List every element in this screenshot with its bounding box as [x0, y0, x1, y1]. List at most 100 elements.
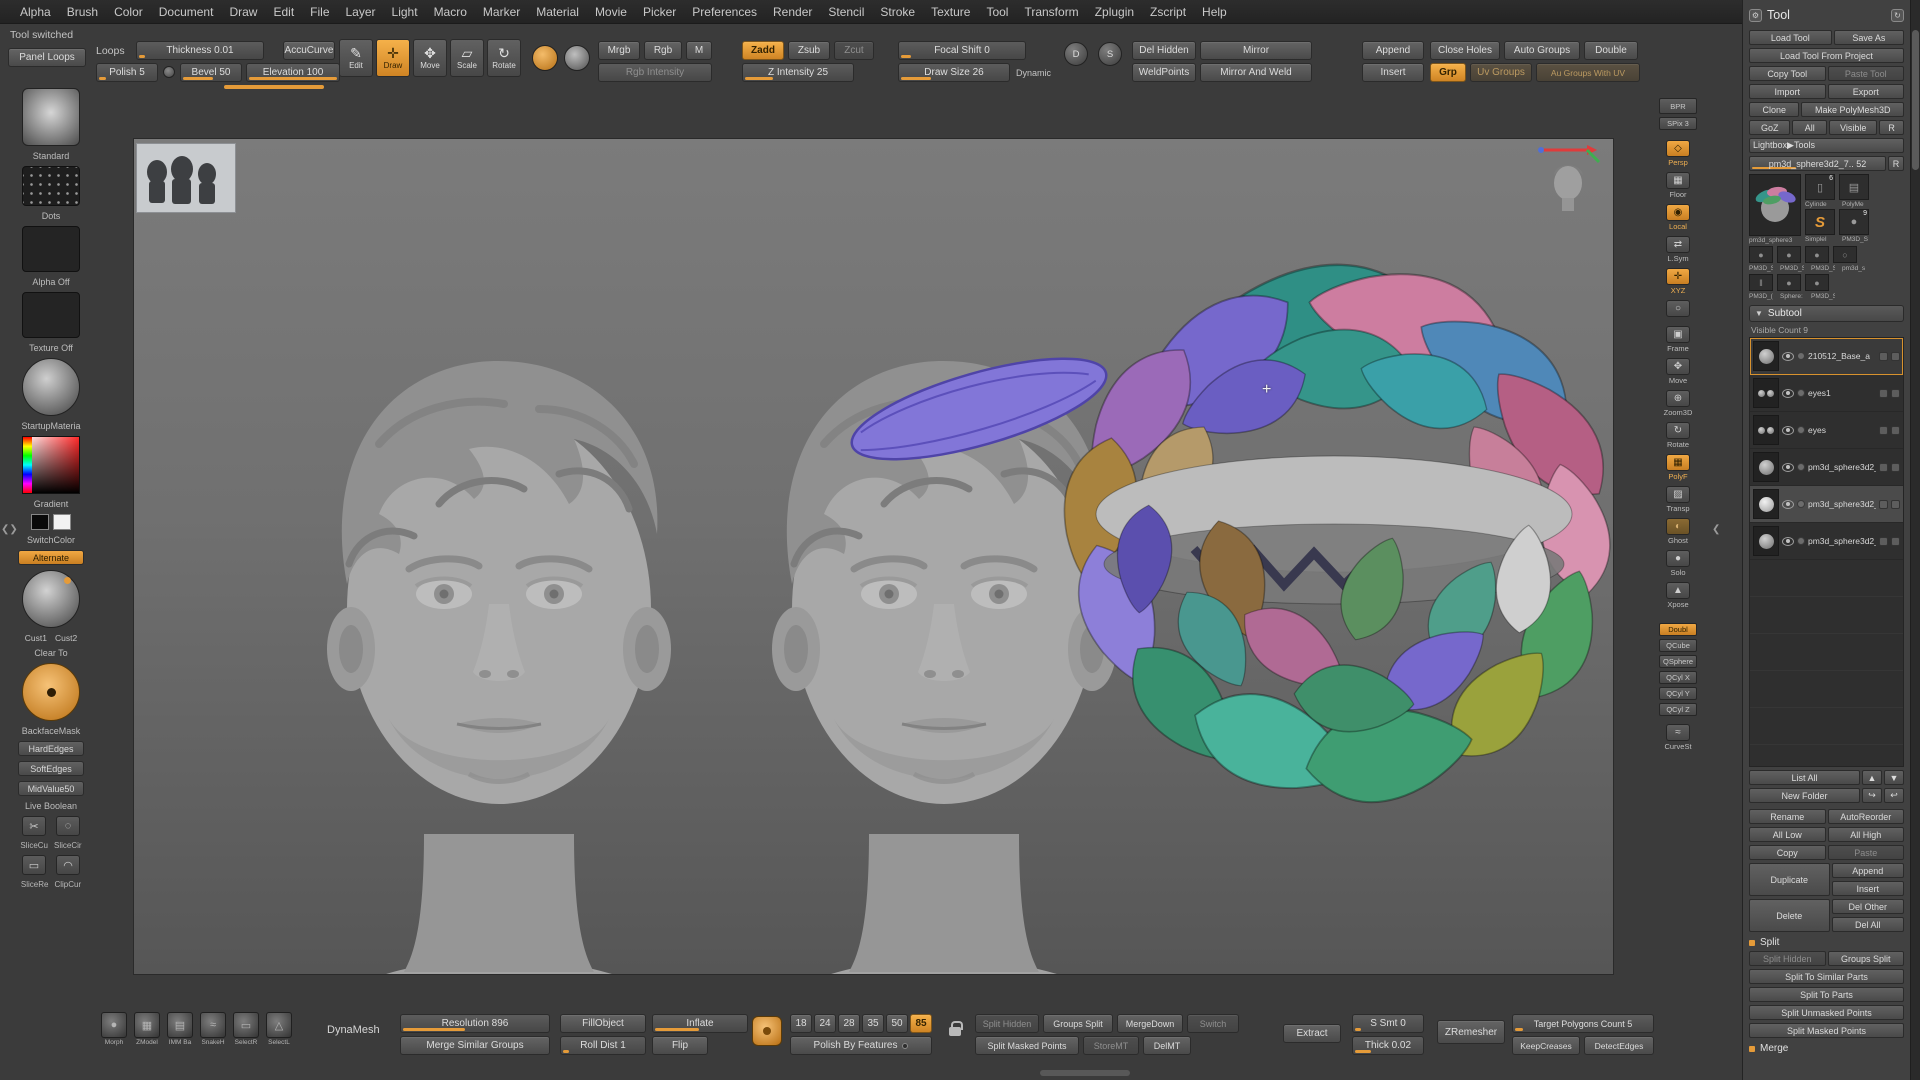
lightbox-thumbnail[interactable]: [136, 143, 236, 213]
menu-item[interactable]: Alpha: [12, 3, 59, 21]
simple-brush-thumbnail[interactable]: S: [1805, 209, 1835, 235]
tool-thumbnail[interactable]: 6▯: [1805, 174, 1835, 200]
menu-item[interactable]: Edit: [265, 3, 302, 21]
backface-mask-sphere[interactable]: [22, 663, 80, 721]
clear-to-label[interactable]: Clear To: [34, 648, 67, 658]
move-view-button[interactable]: ✥Move: [1658, 357, 1698, 386]
all-low-button[interactable]: All Low: [1749, 827, 1826, 842]
subtool-down-button[interactable]: ▼: [1884, 770, 1904, 785]
target-polygons-slider[interactable]: Target Polygons Count 5: [1512, 1014, 1654, 1033]
tool-thumbnail[interactable]: ●: [1777, 274, 1801, 291]
size-preset-button[interactable]: 35: [862, 1014, 884, 1033]
tool-thumbnail[interactable]: ●: [1777, 246, 1801, 263]
transp-button[interactable]: ▨Transp: [1658, 485, 1698, 514]
inflate-slider[interactable]: Inflate: [652, 1014, 748, 1033]
active-tool-thumbnail[interactable]: [1749, 174, 1801, 236]
cust1-label[interactable]: Cust1: [25, 633, 47, 643]
slice-rect-icon[interactable]: ▭: [22, 855, 46, 875]
split-hidden-button[interactable]: Split Hidden: [975, 1014, 1039, 1033]
menu-item[interactable]: Zplugin: [1087, 3, 1142, 21]
menu-item[interactable]: Color: [106, 3, 151, 21]
merge-section-header[interactable]: Merge: [1749, 1043, 1904, 1054]
rgb-intensity-slider[interactable]: Rgb Intensity: [598, 63, 712, 82]
goz-visible-button[interactable]: Visible: [1829, 120, 1877, 135]
tool-thumbnail[interactable]: ○: [1833, 246, 1857, 263]
size-preset-button[interactable]: 50: [886, 1014, 908, 1033]
roll-dist-slider[interactable]: Roll Dist 1: [560, 1036, 646, 1055]
menu-item[interactable]: Document: [151, 3, 222, 21]
paint-icon[interactable]: [1891, 537, 1900, 546]
bpr-button[interactable]: BPR: [1659, 98, 1697, 114]
visibility-eye-icon[interactable]: [1782, 389, 1794, 398]
bevel-slider[interactable]: Bevel 50: [180, 63, 242, 82]
menu-item[interactable]: Brush: [59, 3, 106, 21]
fill-object-button[interactable]: FillObject: [560, 1014, 646, 1033]
del-all-button[interactable]: Del All: [1832, 917, 1905, 932]
menu-item[interactable]: Movie: [587, 3, 635, 21]
polish-slider[interactable]: Polish 5: [96, 63, 158, 82]
detect-edges-button[interactable]: DetectEdges: [1584, 1036, 1654, 1055]
mrgb-button[interactable]: Mrgb: [598, 41, 640, 60]
load-from-project-button[interactable]: Load Tool From Project: [1749, 48, 1904, 63]
custom-color-sphere[interactable]: [22, 570, 80, 628]
visibility-eye-icon[interactable]: [1782, 500, 1794, 509]
clip-curve-icon[interactable]: ◠: [56, 855, 80, 875]
split-similar-button[interactable]: Split To Similar Parts: [1749, 969, 1904, 984]
current-brush-icon[interactable]: [532, 45, 558, 71]
material-thumbnail[interactable]: [22, 358, 80, 416]
visibility-eye-icon[interactable]: [1782, 537, 1794, 546]
menu-item[interactable]: Tool: [978, 3, 1016, 21]
frame-button[interactable]: ▣Frame: [1658, 325, 1698, 354]
lightbox-tools-button[interactable]: Lightbox▶Tools: [1749, 138, 1904, 153]
menu-item[interactable]: Material: [528, 3, 587, 21]
persp-button[interactable]: ◇Persp: [1658, 139, 1698, 168]
insert-button[interactable]: Insert: [1362, 63, 1424, 82]
zcut-button[interactable]: Zcut: [834, 41, 874, 60]
split-unmasked-button[interactable]: Split Unmasked Points: [1749, 1005, 1904, 1020]
subtool-paste-button[interactable]: Paste: [1828, 845, 1905, 860]
brush-slot[interactable]: △SelectL: [264, 1012, 294, 1046]
cust2-label[interactable]: Cust2: [55, 633, 77, 643]
resolution-slider[interactable]: Resolution 896: [400, 1014, 550, 1033]
copy-tool-button[interactable]: Copy Tool: [1749, 66, 1826, 81]
subtool-copy-button[interactable]: Copy: [1749, 845, 1826, 860]
goz-r-button[interactable]: R: [1879, 120, 1904, 135]
zoom3d-button[interactable]: ⊕Zoom3D: [1658, 389, 1698, 418]
visibility-eye-icon[interactable]: [1782, 426, 1794, 435]
tool-r-button[interactable]: R: [1888, 156, 1904, 171]
polish-dot-icon[interactable]: [902, 1043, 908, 1049]
slice-circle-icon[interactable]: ◌: [56, 816, 80, 836]
active-tool-slider[interactable]: pm3d_sphere3d2_7.. 52: [1749, 156, 1886, 171]
move-button[interactable]: ✥Move: [413, 39, 447, 77]
groups-split-button[interactable]: Groups Split: [1043, 1014, 1113, 1033]
qcyl-z-button[interactable]: QCyl Z: [1659, 703, 1697, 716]
solo-button[interactable]: ●Solo: [1658, 549, 1698, 578]
rename-button[interactable]: Rename: [1749, 809, 1826, 824]
sculpt-icon[interactable]: [1879, 389, 1888, 398]
auto-groups-button[interactable]: Auto Groups: [1504, 41, 1580, 60]
keep-creases-button[interactable]: KeepCreases: [1512, 1036, 1580, 1055]
split-masked-points-button[interactable]: Split Masked Points: [975, 1036, 1079, 1055]
subtool-append-button[interactable]: Append: [1832, 863, 1905, 878]
move-to-folder-icon[interactable]: ↪: [1862, 788, 1882, 803]
grp-button[interactable]: Grp: [1430, 63, 1466, 82]
polypaint-icon[interactable]: [1797, 352, 1805, 360]
scale-button[interactable]: ▱Scale: [450, 39, 484, 77]
split-hidden-button[interactable]: Split Hidden: [1749, 951, 1826, 966]
new-folder-button[interactable]: New Folder: [1749, 788, 1860, 803]
polypaint-icon[interactable]: [1797, 389, 1805, 397]
m-button[interactable]: M: [686, 41, 712, 60]
lock-button[interactable]: [946, 1014, 964, 1036]
append-button[interactable]: Append: [1362, 41, 1424, 60]
live-boolean-label[interactable]: Live Boolean: [25, 801, 77, 811]
menu-item[interactable]: File: [302, 3, 337, 21]
del-other-button[interactable]: Del Other: [1832, 899, 1905, 914]
clone-button[interactable]: Clone: [1749, 102, 1799, 117]
menu-item[interactable]: Zscript: [1142, 3, 1194, 21]
current-material-icon[interactable]: [564, 45, 590, 71]
uv-groups-button[interactable]: Uv Groups: [1470, 63, 1532, 82]
zremesher-button[interactable]: ZRemesher: [1437, 1020, 1505, 1044]
visibility-eye-icon[interactable]: [1782, 352, 1794, 361]
tool-thumbnail[interactable]: ●: [1805, 246, 1829, 263]
subtool-section-header[interactable]: ▼ Subtool: [1749, 305, 1904, 322]
